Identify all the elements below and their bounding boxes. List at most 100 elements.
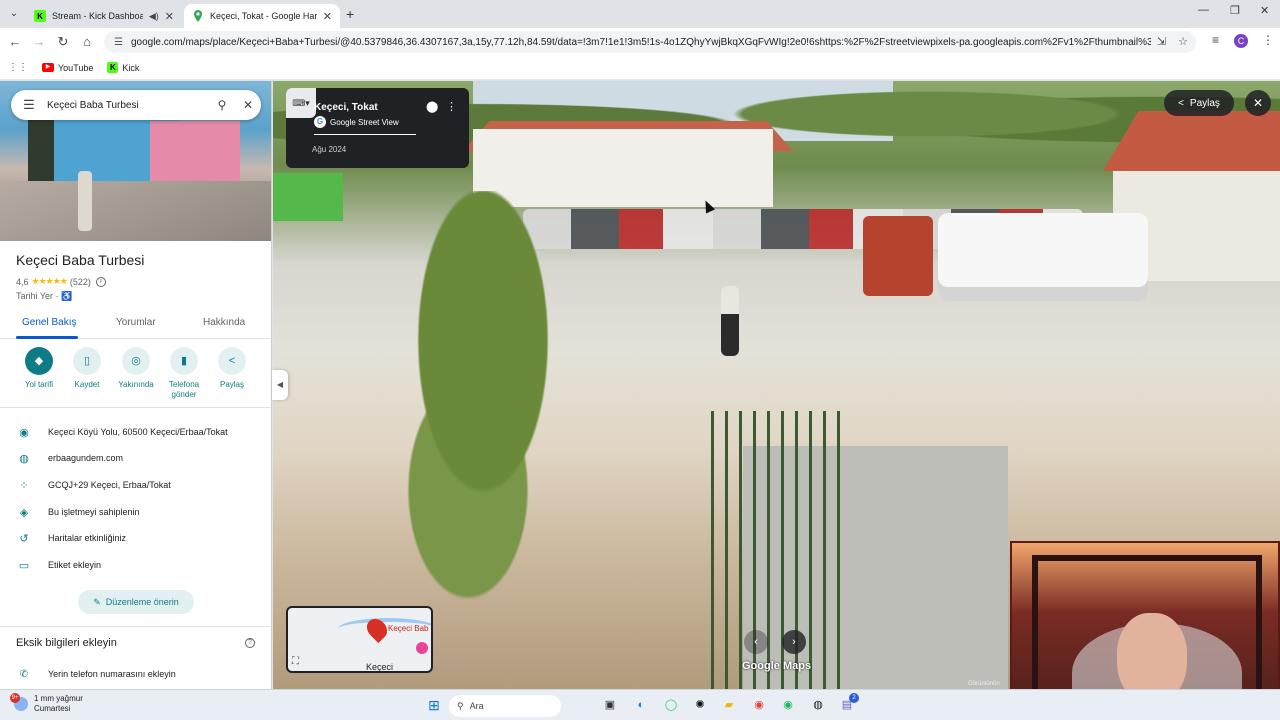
taskbar-search[interactable]: ⚲ Ara bbox=[449, 695, 561, 717]
next-arrow-icon[interactable]: › bbox=[782, 630, 806, 654]
url-text: google.com/maps/place/Keçeci+Baba+Turbes… bbox=[130, 36, 1151, 48]
obs-icon[interactable]: ◍ bbox=[809, 696, 827, 714]
previous-arrow-icon[interactable]: ‹ bbox=[744, 630, 768, 654]
new-tab-icon[interactable]: + bbox=[346, 6, 354, 22]
suggest-edit-button[interactable]: ✎ Düzenleme önerin bbox=[78, 590, 194, 614]
claim-business-row[interactable]: ◈ Bu işletmeyi sahiplenin bbox=[0, 499, 271, 525]
close-tab-icon[interactable]: ✕ bbox=[323, 10, 332, 23]
tab-google-maps[interactable]: Keçeci, Tokat - Google Haritalar ✕ bbox=[184, 4, 340, 28]
active-tab-indicator bbox=[16, 336, 78, 339]
tab-reviews[interactable]: Yorumlar bbox=[116, 317, 156, 328]
kick-icon: K bbox=[34, 10, 46, 22]
share-icon: < bbox=[218, 347, 246, 375]
maps-activity-row[interactable]: ↺ Haritalar etkinliğiniz bbox=[0, 525, 271, 551]
claim-business-text: Bu işletmeyi sahiplenin bbox=[48, 507, 140, 517]
back-to-map-icon[interactable]: ⌨▾ bbox=[286, 88, 316, 118]
close-streetview-icon[interactable]: ✕ bbox=[1245, 90, 1271, 116]
chatgpt-icon[interactable]: ✺ bbox=[691, 696, 709, 714]
weather-widget[interactable]: 9+ 1 mm yağmur Cumartesi bbox=[10, 693, 83, 714]
minimize-icon[interactable]: — bbox=[1198, 4, 1209, 16]
windows-start-icon[interactable]: ⊞ bbox=[425, 696, 443, 714]
nearby-button[interactable]: ◎ Yakınında bbox=[113, 347, 159, 390]
share-icon: < bbox=[1178, 97, 1184, 109]
send-to-phone-button[interactable]: ▮ Telefona gönder bbox=[161, 347, 207, 400]
reload-icon[interactable]: ↻ bbox=[54, 34, 72, 50]
tab-overview[interactable]: Genel Bakış bbox=[22, 317, 76, 328]
share-button[interactable]: < Paylaş bbox=[209, 347, 255, 390]
install-app-icon[interactable]: ⇲ bbox=[1157, 35, 1166, 48]
reading-list-icon[interactable]: ≡ bbox=[1212, 33, 1219, 47]
back-icon[interactable]: ← bbox=[6, 34, 24, 49]
restore-icon[interactable]: ❐ bbox=[1230, 4, 1240, 17]
street-view-info-card: ⌨▾ Keçeci, Tokat G Google Street View Ağ… bbox=[286, 88, 469, 168]
add-phone-row[interactable]: ✆ Yerin telefon numarasını ekleyin bbox=[0, 666, 271, 682]
spotify-icon[interactable]: ◉ bbox=[779, 696, 797, 714]
street-view-location: Keçeci, Tokat bbox=[314, 102, 378, 113]
file-explorer-icon[interactable]: ▰ bbox=[720, 696, 738, 714]
close-window-icon[interactable]: ✕ bbox=[1260, 4, 1269, 17]
verified-shield-icon: ◈ bbox=[19, 506, 29, 519]
help-icon[interactable]: ? bbox=[245, 638, 255, 648]
whatsapp-icon[interactable]: ◯ bbox=[662, 696, 680, 714]
review-count[interactable]: (522) bbox=[70, 277, 91, 287]
add-label-row[interactable]: ▭ Etiket ekleyin bbox=[0, 552, 271, 578]
close-tab-icon[interactable]: ✕ bbox=[165, 10, 174, 23]
minimap-town-label: Keçeci bbox=[366, 662, 394, 672]
nearby-icon: ◎ bbox=[122, 347, 150, 375]
address-row[interactable]: ◉ Keçeci Köyü Yolu, 60500 Keçeci/Erbaa/T… bbox=[0, 419, 271, 445]
forward-icon[interactable]: → bbox=[30, 34, 48, 49]
brand-label: Google Street View bbox=[330, 117, 399, 127]
share-streetview-button[interactable]: < Paylaş bbox=[1164, 90, 1234, 116]
globe-icon: ◍ bbox=[19, 452, 29, 465]
expand-map-icon[interactable]: ⛶ bbox=[292, 656, 299, 667]
maps-activity-text: Haritalar etkinliğiniz bbox=[48, 533, 127, 543]
info-icon[interactable]: i bbox=[95, 276, 106, 287]
profile-avatar[interactable]: C bbox=[1234, 34, 1248, 48]
wheelchair-icon: ♿ bbox=[61, 291, 73, 301]
more-options-icon[interactable]: ⋮ bbox=[446, 100, 457, 113]
action-buttons: ◆ Yol tarifi ▯ Kaydet ◎ Yakınında ▮ Tele… bbox=[0, 347, 271, 407]
capture-date[interactable]: Ağu 2024 bbox=[312, 145, 346, 154]
screen: ⌄ K Stream - Kick Dashboard ◀) ✕ Keçeci,… bbox=[0, 0, 1280, 720]
collapse-panel-button[interactable]: ◀ bbox=[272, 370, 288, 400]
website-row[interactable]: ◍ erbaagundem.com bbox=[0, 445, 271, 471]
speaker-icon[interactable]: ◀) bbox=[149, 11, 159, 22]
clear-search-icon[interactable]: ✕ bbox=[235, 98, 261, 112]
weather-text: 1 mm yağmur bbox=[34, 694, 83, 703]
home-icon[interactable]: ⌂ bbox=[78, 34, 96, 49]
bookmark-star-icon[interactable]: ☆ bbox=[1178, 35, 1188, 48]
browser-tab-strip: ⌄ K Stream - Kick Dashboard ◀) ✕ Keçeci,… bbox=[0, 0, 1280, 28]
save-button[interactable]: ▯ Kaydet bbox=[64, 347, 110, 390]
place-title: Keçeci Baba Turbesi bbox=[16, 252, 145, 268]
bookmark-kick[interactable]: K Kick bbox=[107, 62, 139, 73]
search-box: ☰ Keçeci Baba Turbesi ⚲ ✕ bbox=[11, 90, 261, 120]
place-category: Tarihi Yer · ♿ bbox=[16, 291, 72, 302]
site-settings-icon[interactable]: ☰ bbox=[114, 37, 123, 48]
search-input[interactable]: Keçeci Baba Turbesi bbox=[47, 100, 209, 111]
tab-title: Keçeci, Tokat - Google Haritalar bbox=[210, 11, 317, 21]
poi-pin-icon bbox=[416, 642, 428, 654]
divider bbox=[0, 626, 271, 627]
rating-stars: ★★★★★ bbox=[31, 276, 68, 286]
tab-title: Stream - Kick Dashboard bbox=[52, 11, 143, 21]
bookmark-label: Kick bbox=[122, 62, 140, 73]
browser-menu-icon[interactable]: ⋮ bbox=[1262, 33, 1274, 47]
mini-map[interactable]: Keçeci Bab Keçeci ⛶ bbox=[286, 606, 433, 673]
apps-grid-icon[interactable]: ⋮⋮ bbox=[8, 62, 28, 73]
search-icon[interactable]: ⚲ bbox=[209, 98, 235, 112]
plus-code-row[interactable]: ⁘ GCQJ+29 Keçeci, Erbaa/Tokat bbox=[0, 472, 271, 498]
chrome-icon[interactable]: ◉ bbox=[750, 696, 768, 714]
tab-kick-dashboard[interactable]: K Stream - Kick Dashboard ◀) ✕ bbox=[26, 4, 182, 28]
directions-button[interactable]: ◆ Yol tarifi bbox=[16, 347, 62, 390]
category-text: Tarihi Yer · bbox=[16, 291, 62, 301]
tab-search-icon[interactable]: ⌄ bbox=[6, 6, 22, 22]
edge-browser-icon[interactable]: ◐ bbox=[632, 696, 650, 714]
suggest-edit-label: Düzenleme önerin bbox=[105, 597, 179, 607]
location-pin-icon[interactable]: ⬤ bbox=[426, 100, 438, 113]
hamburger-menu-icon[interactable]: ☰ bbox=[11, 97, 47, 113]
task-view-icon[interactable]: ▣ bbox=[601, 696, 619, 714]
website-text: erbaagundem.com bbox=[48, 453, 124, 463]
address-bar[interactable]: ☰ google.com/maps/place/Keçeci+Baba+Turb… bbox=[104, 31, 1196, 53]
bookmark-youtube[interactable]: ▶ YouTube bbox=[42, 63, 93, 73]
tab-about[interactable]: Hakkında bbox=[203, 317, 245, 328]
